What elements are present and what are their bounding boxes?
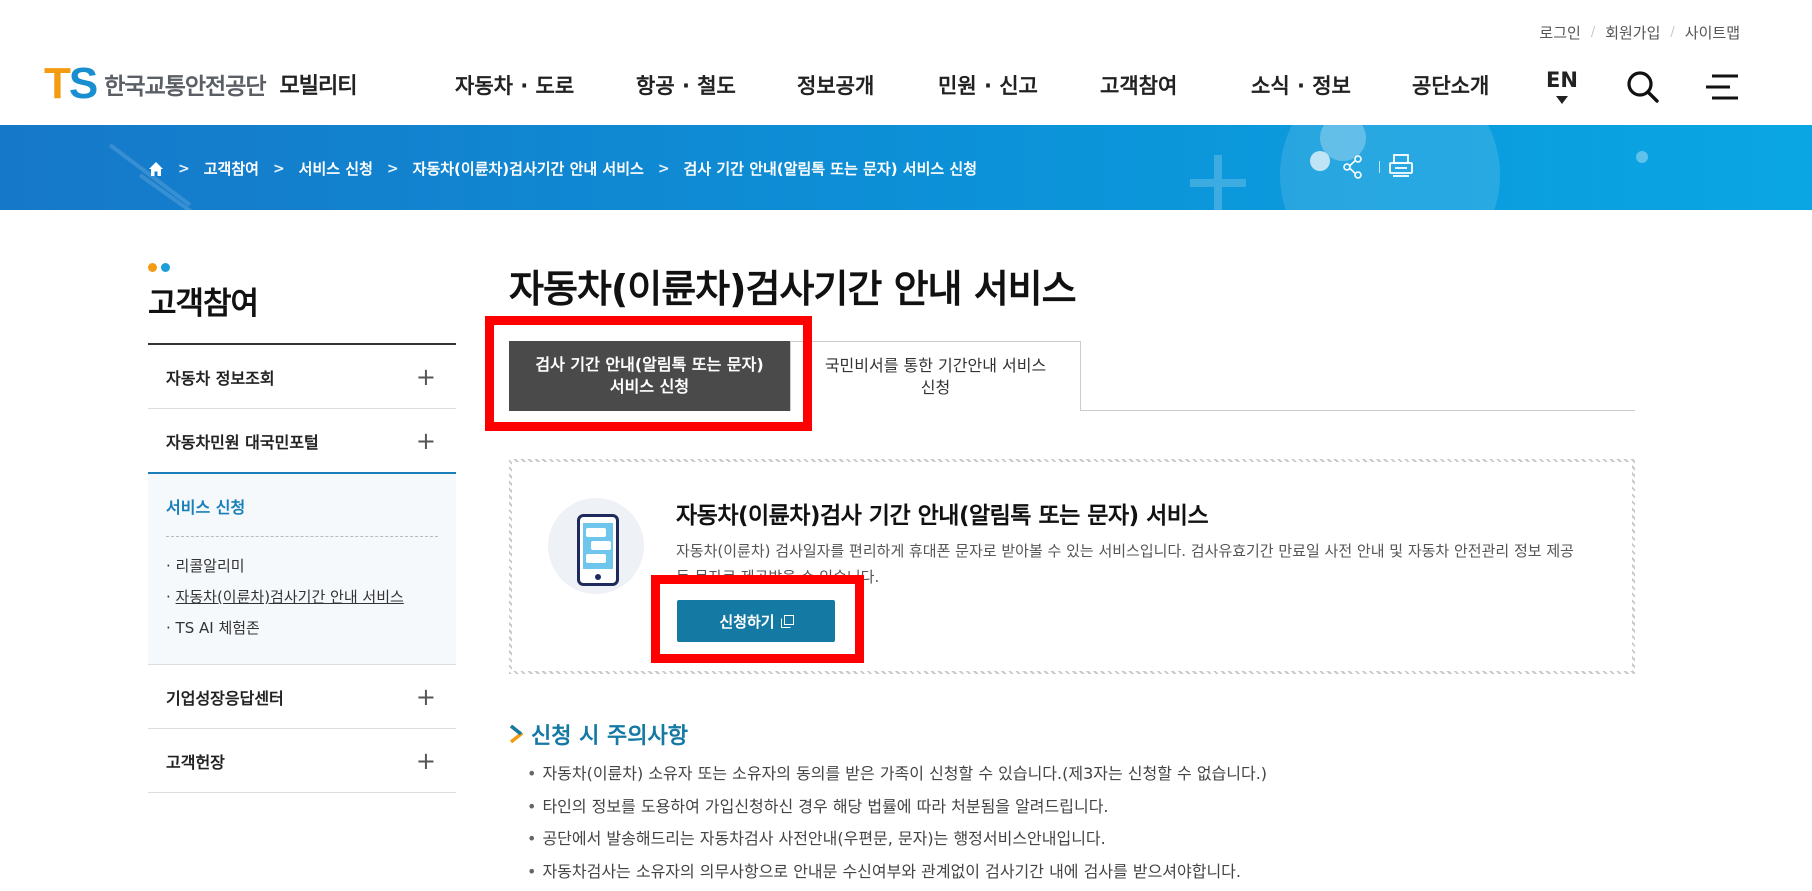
share-icon[interactable] (1342, 155, 1364, 179)
list-item: 타인의 정보를 도용하여 가입신청하신 경우 해당 법률에 따라 처분됨을 알려… (527, 791, 1627, 824)
gnb-item-info-disclosure[interactable]: 정보공개 (797, 70, 874, 100)
phone-chat-icon (577, 514, 619, 586)
search-icon[interactable] (1626, 70, 1660, 104)
list-item: 자동차(이륜차) 소유자 또는 소유자의 동의를 받은 가족이 신청할 수 있습… (527, 758, 1627, 791)
plus-decoration-icon (1190, 155, 1246, 210)
plus-icon: + (415, 682, 436, 711)
home-icon[interactable] (148, 161, 164, 177)
language-label: EN (1546, 68, 1578, 92)
banner-separator (1379, 161, 1380, 173)
lnb-item-charter[interactable]: 고객헌장 + (148, 729, 456, 793)
breadcrumb-item-current[interactable]: 검사 기간 안내(알림톡 또는 문자) 서비스 신청 (684, 158, 977, 179)
apply-button[interactable]: 신청하기 (677, 600, 835, 642)
gnb-item-air-rail[interactable]: 항공 · 철도 (636, 70, 736, 100)
print-icon[interactable] (1388, 153, 1414, 179)
left-nav: 자동차 정보조회 + 자동차민원 대국민포털 + 서비스 신청 · 리콜알리미 … (148, 343, 456, 793)
logo-text: 한국교통안전공단 (104, 74, 266, 100)
signup-link[interactable]: 회원가입 (1605, 22, 1660, 43)
gnb-item-car-road[interactable]: 자동차 · 도로 (455, 70, 574, 100)
plus-icon: + (415, 362, 436, 391)
lnb-item-service[interactable]: 서비스 신청 (166, 494, 438, 537)
lnb-sub-ai-zone[interactable]: · TS AI 체험존 (166, 613, 438, 644)
notice-heading: 신청 시 주의사항 (509, 718, 688, 750)
login-link[interactable]: 로그인 (1539, 22, 1580, 43)
lnb-item-service-open: 서비스 신청 · 리콜알리미 · 자동차(이륜차)검사기간 안내 서비스 · T… (148, 472, 456, 665)
service-title: 자동차(이륜차)검사 기간 안내(알림톡 또는 문자) 서비스 (676, 503, 1209, 529)
plus-icon: + (415, 427, 436, 455)
lnb-title: 고객참여 (148, 286, 259, 322)
chevron-right-icon: > (657, 160, 670, 177)
gnb-item-civil-report[interactable]: 민원 · 신고 (938, 70, 1038, 100)
language-selector[interactable]: EN (1546, 68, 1578, 104)
lnb-item-civil-portal[interactable]: 자동차민원 대국민포털 + (148, 409, 456, 473)
breadcrumb: > 고객참여 > 서비스 신청 > 자동차(이륜차)검사기간 안내 서비스 > … (148, 158, 977, 179)
lnb-dots (148, 263, 170, 272)
lnb-sub-inspection-service[interactable]: · 자동차(이륜차)검사기간 안내 서비스 (166, 582, 438, 613)
list-item: 공단에서 발송해드리는 자동차검사 사전안내(우편문, 문자)는 행정서비스안내… (527, 823, 1627, 856)
gnb-item-about[interactable]: 공단소개 (1412, 70, 1489, 100)
util-separator: / (1670, 25, 1675, 40)
breadcrumb-item-inspection-service[interactable]: 자동차(이륜차)검사기간 안내 서비스 (413, 158, 644, 179)
service-description: 자동차(이륜차) 검사일자를 편리하게 휴대폰 문자로 받아볼 수 있는 서비스… (676, 542, 1574, 586)
site-logo[interactable]: TS 한국교통안전공단 모빌리티 (44, 62, 357, 106)
breadcrumb-item-service[interactable]: 서비스 신청 (299, 158, 373, 179)
external-link-icon (780, 615, 794, 628)
plus-icon: + (415, 746, 436, 775)
tab-national-secretary[interactable]: 국민비서를 통한 기간안내 서비스 신청 (790, 341, 1081, 411)
tab-list: 검사 기간 안내(알림톡 또는 문자) 서비스 신청 국민비서를 통한 기간안내 … (509, 341, 1635, 411)
logo-mark: TS (44, 59, 98, 108)
lnb-item-car-info[interactable]: 자동차 정보조회 + (148, 345, 456, 409)
banner-decoration (1636, 151, 1648, 163)
utility-links: 로그인 / 회원가입 / 사이트맵 (1539, 22, 1740, 43)
tab-sms-service[interactable]: 검사 기간 안내(알림톡 또는 문자) 서비스 신청 (509, 341, 790, 411)
chevron-right-icon: > (178, 160, 190, 177)
page-title: 자동차(이륜차)검사기간 안내 서비스 (509, 267, 1077, 311)
list-item: 자동차검사는 소유자의 의무사항으로 안내문 수신여부와 관계없이 검사기간 내… (527, 856, 1627, 889)
lnb-item-label: 기업성장응답센터 (166, 688, 284, 708)
gnb-item-news[interactable]: 소식 · 정보 (1251, 70, 1351, 100)
lnb-item-label: 고객헌장 (166, 752, 225, 772)
chevron-right-icon: > (272, 160, 285, 177)
chevron-right-icon: > (386, 160, 399, 177)
hamburger-menu-icon[interactable] (1704, 72, 1740, 102)
gnb-item-customer[interactable]: 고객참여 (1100, 70, 1177, 100)
caret-down-icon (1555, 96, 1568, 104)
lnb-item-label: 자동차 정보조회 (166, 368, 275, 388)
lnb-item-business-center[interactable]: 기업성장응답센터 + (148, 665, 456, 729)
banner-decoration (1310, 151, 1330, 171)
sitemap-link[interactable]: 사이트맵 (1685, 22, 1740, 43)
util-separator: / (1590, 25, 1596, 40)
lnb-sub-recall[interactable]: · 리콜알리미 (166, 551, 438, 582)
lnb-item-label: 자동차민원 대국민포털 (166, 433, 319, 452)
breadcrumb-item-customer[interactable]: 고객참여 (204, 158, 259, 179)
chevron-right-icon (509, 725, 523, 743)
breadcrumb-banner: > 고객참여 > 서비스 신청 > 자동차(이륜차)검사기간 안내 서비스 > … (0, 125, 1812, 210)
logo-sub-text: 모빌리티 (279, 74, 358, 99)
notice-list: 자동차(이륜차) 소유자 또는 소유자의 동의를 받은 가족이 신청할 수 있습… (527, 758, 1627, 888)
service-box: 자동차(이륜차)검사 기간 안내(알림톡 또는 문자) 서비스 자동차(이륜차)… (509, 459, 1635, 674)
